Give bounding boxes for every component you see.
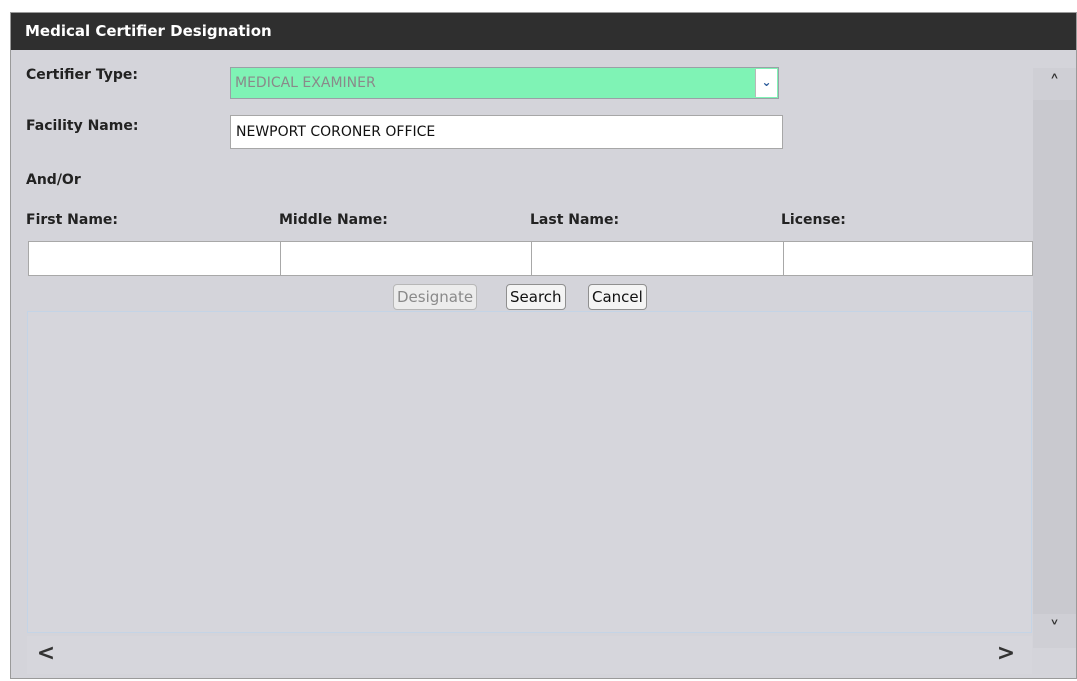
scrollbar-track[interactable] [1033, 100, 1076, 614]
chevron-up-icon[interactable]: ˄ [1033, 68, 1076, 98]
certifier-type-value: MEDICAL EXAMINER [235, 75, 376, 91]
results-panel [27, 311, 1032, 633]
and-or-label: And/Or [26, 172, 81, 188]
facility-name-input[interactable]: NEWPORT CORONER OFFICE [230, 115, 783, 149]
background-page-strip [0, 0, 1077, 12]
last-name-label: Last Name: [530, 212, 620, 228]
medical-certifier-dialog: Medical Certifier Designation Certifier … [10, 12, 1077, 679]
chevron-right-icon[interactable]: > [987, 636, 1025, 674]
middle-name-input[interactable] [280, 241, 532, 276]
license-input[interactable] [783, 241, 1033, 276]
horizontal-scrollbar[interactable]: < > [27, 636, 1032, 674]
last-name-input[interactable] [531, 241, 784, 276]
chevron-down-icon[interactable]: ⌄ [755, 69, 777, 97]
dialog-body: Certifier Type: MEDICAL EXAMINER ⌄ Facil… [11, 50, 1076, 678]
chevron-left-icon[interactable]: < [27, 636, 65, 674]
license-label: License: [781, 212, 846, 228]
chevron-down-icon[interactable]: ˅ [1033, 614, 1076, 644]
cancel-button[interactable]: Cancel [588, 284, 647, 310]
middle-name-label: Middle Name: [279, 212, 388, 228]
search-button[interactable]: Search [506, 284, 566, 310]
first-name-label: First Name: [26, 212, 119, 228]
certifier-type-label: Certifier Type: [26, 67, 138, 83]
first-name-input[interactable] [28, 241, 281, 276]
facility-name-label: Facility Name: [26, 118, 139, 134]
certifier-type-select[interactable]: MEDICAL EXAMINER ⌄ [230, 67, 779, 99]
dialog-title: Medical Certifier Designation [11, 13, 1076, 50]
designate-button[interactable]: Designate [393, 284, 478, 310]
vertical-scrollbar[interactable]: ˄ ˅ [1033, 68, 1076, 648]
